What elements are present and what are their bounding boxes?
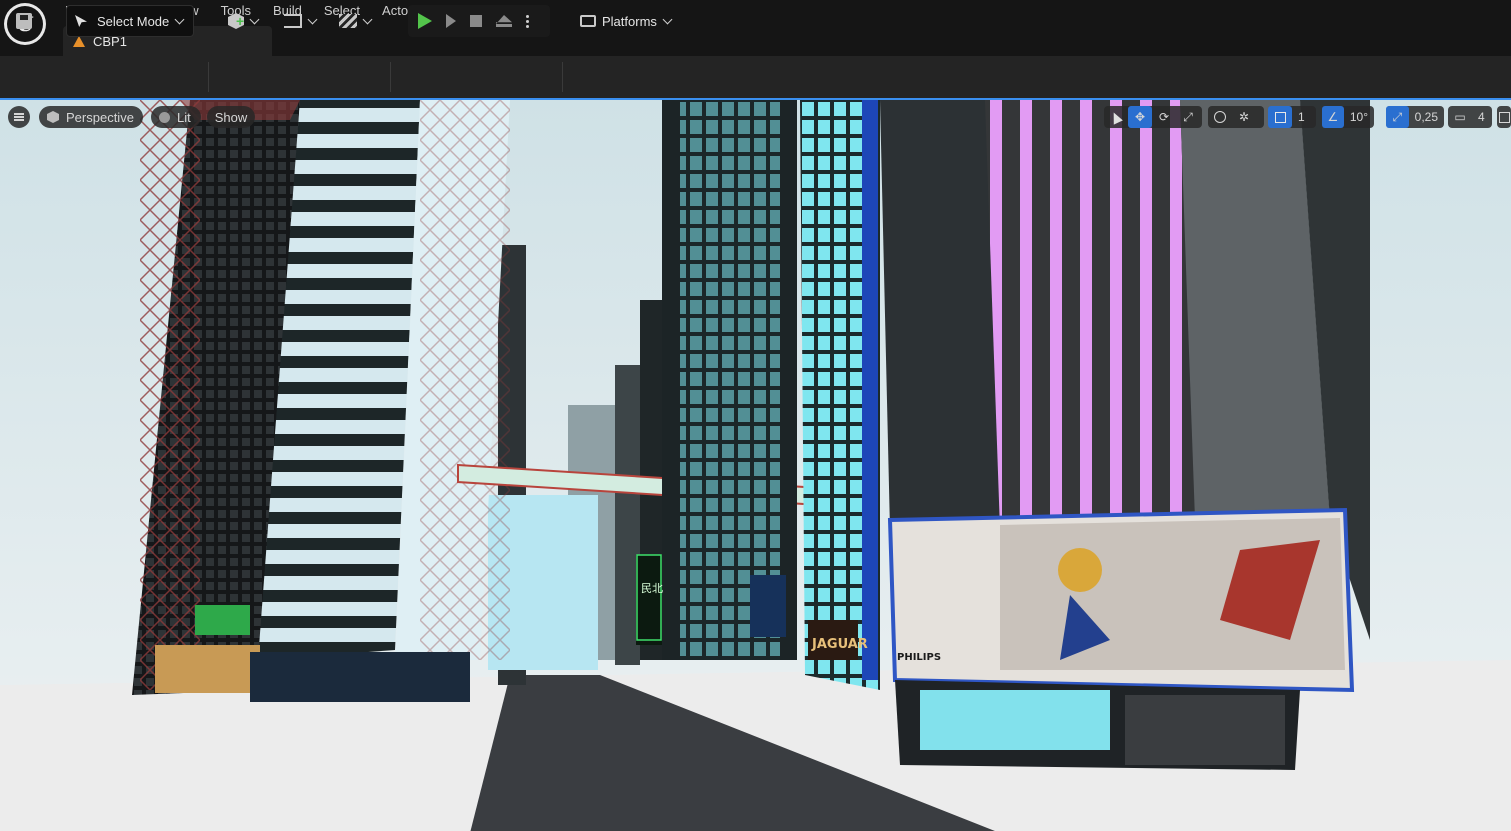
coordinate-tools: ✲ xyxy=(1208,106,1264,128)
camera-speed-control: ▭ 4 xyxy=(1448,106,1492,128)
scale-snap-icon: ⤢ xyxy=(1392,109,1403,124)
cursor-icon xyxy=(1109,109,1123,125)
move-tool-button[interactable]: ✥ xyxy=(1128,106,1152,128)
camera-icon: ▭ xyxy=(1454,110,1466,124)
play-icon[interactable] xyxy=(418,13,432,29)
grid-snap-toggle[interactable] xyxy=(1268,106,1292,128)
select-tool-button[interactable] xyxy=(1104,106,1128,128)
view-mode-label: Perspective xyxy=(66,109,134,125)
play-controls xyxy=(408,5,550,37)
skip-icon[interactable] xyxy=(446,14,456,28)
move-icon: ✥ xyxy=(1134,110,1146,124)
eject-icon[interactable] xyxy=(496,15,512,27)
level-icon xyxy=(73,35,85,47)
blueprints-button[interactable] xyxy=(280,5,320,37)
scale-snap-value[interactable]: 0,25 xyxy=(1409,110,1444,124)
rotation-snap-toggle[interactable]: ∠ xyxy=(1322,106,1344,128)
chevron-down-icon xyxy=(662,14,673,25)
more-options-icon[interactable] xyxy=(526,14,529,28)
select-mode-dropdown[interactable]: Select Mode xyxy=(66,5,194,37)
level-viewport[interactable]: 民北 JAGUAR PHILIPS Perspective Lit Show ✥… xyxy=(0,98,1511,831)
save-button[interactable] xyxy=(10,5,38,37)
scale-tool-button[interactable]: ⤢ xyxy=(1176,106,1200,128)
grid-snap-value[interactable]: 1 xyxy=(1292,110,1311,124)
scale-icon: ⤢ xyxy=(1183,109,1193,124)
lighting-mode-label: Lit xyxy=(177,109,191,125)
philips-sign-text: PHILIPS xyxy=(897,652,941,663)
grid-icon xyxy=(1274,111,1286,123)
rotation-snap-value[interactable]: 10° xyxy=(1344,110,1374,124)
add-actor-button[interactable]: + xyxy=(224,5,264,37)
platforms-button[interactable]: Platforms xyxy=(580,5,680,37)
blueprint-icon xyxy=(284,14,302,28)
hamburger-icon xyxy=(14,116,24,118)
surface-snap-button[interactable]: ✲ xyxy=(1232,106,1256,128)
chevron-down-icon xyxy=(174,14,185,25)
cursor-icon xyxy=(75,15,87,27)
toolbar-divider xyxy=(208,62,209,92)
toolbar-divider xyxy=(562,62,563,92)
chevron-down-icon xyxy=(362,14,373,25)
surface-snap-icon: ✲ xyxy=(1238,110,1250,124)
viewport-menu-button[interactable] xyxy=(8,106,30,128)
rotation-snap-control: ∠ 10° xyxy=(1322,106,1374,128)
platforms-label: Platforms xyxy=(602,13,657,29)
chevron-down-icon xyxy=(249,14,260,25)
perspective-icon xyxy=(47,111,59,123)
platforms-icon xyxy=(580,15,596,27)
clapperboard-icon xyxy=(339,14,357,28)
show-flags-label: Show xyxy=(214,109,248,125)
stop-icon[interactable] xyxy=(470,15,482,27)
scale-snap-control: ⤢ 0,25 xyxy=(1386,106,1444,128)
grid-snap-control: 1 xyxy=(1268,106,1316,128)
maximize-icon xyxy=(1497,106,1511,128)
angle-icon: ∠ xyxy=(1327,110,1339,124)
maximize-viewport-button[interactable] xyxy=(1497,106,1511,128)
camera-speed-button[interactable]: ▭ xyxy=(1448,106,1472,128)
show-flags-button[interactable]: Show xyxy=(207,106,255,128)
view-mode-button[interactable]: Perspective xyxy=(39,106,143,128)
jaguar-sign-text: JAGUAR xyxy=(811,637,868,652)
tower-sign-text: 民北 xyxy=(641,582,663,595)
lit-icon xyxy=(159,111,170,123)
camera-speed-value[interactable]: 4 xyxy=(1472,110,1491,124)
cinematics-button[interactable] xyxy=(335,5,375,37)
rotate-icon: ⟳ xyxy=(1158,110,1170,124)
globe-icon xyxy=(1214,111,1226,123)
save-icon xyxy=(16,13,32,29)
world-local-button[interactable] xyxy=(1208,106,1232,128)
main-toolbar xyxy=(0,56,1511,98)
scale-snap-toggle[interactable]: ⤢ xyxy=(1386,106,1409,128)
select-mode-label: Select Mode xyxy=(97,13,170,29)
chevron-down-icon xyxy=(307,14,318,25)
rotate-tool-button[interactable]: ⟳ xyxy=(1152,106,1176,128)
toolbar-divider xyxy=(390,62,391,92)
lighting-mode-button[interactable]: Lit xyxy=(151,106,201,128)
scene-render: 民北 JAGUAR PHILIPS xyxy=(0,100,1511,831)
transform-tools: ✥ ⟳ ⤢ xyxy=(1104,106,1202,128)
